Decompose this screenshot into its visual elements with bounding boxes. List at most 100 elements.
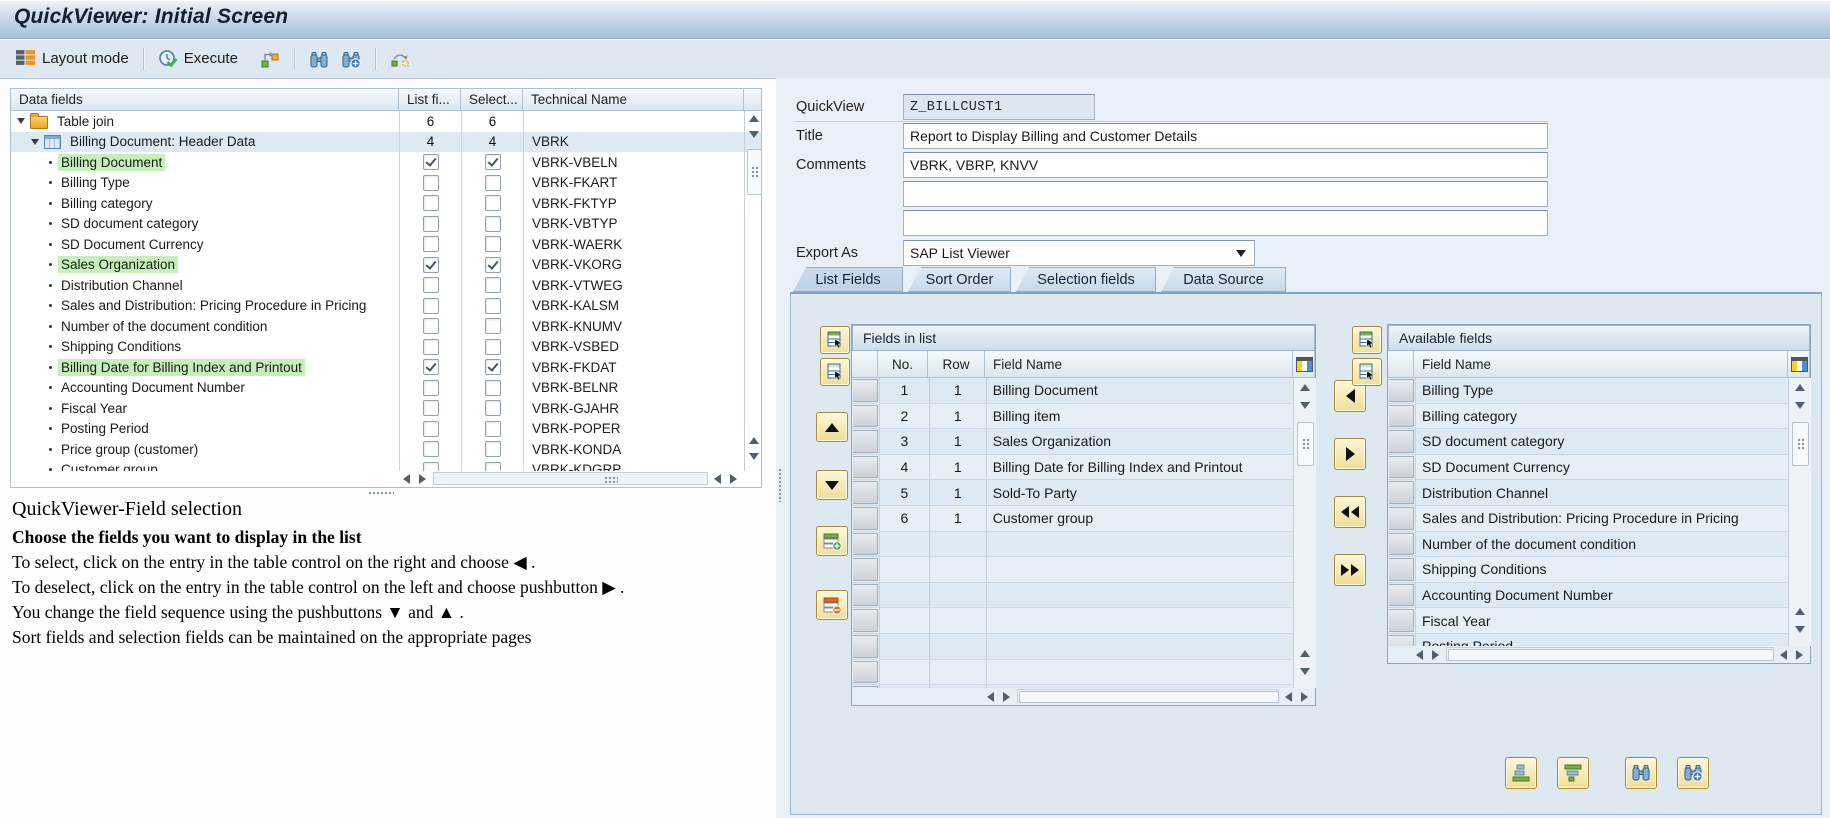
list-empty-row[interactable] [852,659,1293,686]
list-field-checkbox[interactable] [422,174,439,191]
title-field[interactable]: Report to Display Billing and Customer D… [903,123,1548,149]
tab-data-source[interactable]: Data Source [1161,267,1286,292]
available-row-number-of-the-document-condition[interactable]: Number of the document condition [1388,531,1788,558]
move-all-to-list-button[interactable] [1334,496,1366,528]
column-header-field-name[interactable]: Field Name [1414,351,1788,378]
available-row-posting-period[interactable]: Posting Period [1388,633,1788,646]
scroll-left-icon[interactable] [1285,692,1292,702]
scroll-up-icon[interactable] [749,437,759,444]
scroll-down-icon[interactable] [1795,626,1805,633]
remove-from-list-button[interactable] [1334,438,1366,470]
copy-selected-available-button[interactable] [1352,358,1382,386]
available-row-fiscal-year[interactable]: Fiscal Year [1388,608,1788,634]
selection-field-checkbox[interactable] [484,359,501,376]
scroll-left-icon[interactable] [1780,650,1787,660]
scroll-up-icon[interactable] [1795,608,1805,615]
available-fields-horizontal-scrollbar[interactable] [1414,646,1810,663]
insert-line-button[interactable] [816,526,848,556]
tree-row-posting-period[interactable]: Posting Period VBRK-POPER [11,418,761,439]
row-selector[interactable] [1389,634,1414,646]
list-empty-row[interactable] [852,582,1293,609]
scroll-right-icon[interactable] [419,474,426,484]
comments-field-3[interactable] [903,210,1548,236]
row-selector[interactable] [1389,558,1414,581]
row-selector[interactable] [853,660,878,684]
expander-icon[interactable] [17,118,25,125]
tab-list-fields[interactable]: List Fields [793,267,903,292]
list-field-checkbox[interactable] [422,154,439,171]
list-field-checkbox[interactable] [422,195,439,212]
row-selector[interactable] [853,481,878,504]
scroll-up-icon[interactable] [749,115,759,122]
list-field-checkbox[interactable] [422,297,439,314]
selection-field-checkbox[interactable] [484,420,501,437]
selection-field-checkbox[interactable] [484,215,501,232]
move-field-down-button[interactable] [816,470,848,500]
available-row-sd-document-category[interactable]: SD document category [1388,429,1788,455]
quickview-field[interactable]: Z_BILLCUST1 [903,94,1095,120]
row-selector[interactable] [853,430,878,453]
list-field-checkbox[interactable] [422,318,439,335]
scroll-right-icon[interactable] [1301,692,1308,702]
selection-field-checkbox[interactable] [484,297,501,314]
tree-row-number-of-the-document-condition[interactable]: Number of the document condition VBRK-KNU… [11,316,761,337]
list-field-checkbox[interactable] [422,215,439,232]
list-empty-row[interactable] [852,633,1293,660]
row-selector[interactable] [1389,379,1414,402]
list-empty-row[interactable] [852,531,1293,558]
row-selector[interactable] [853,455,878,479]
column-header-row[interactable]: Row [928,351,985,378]
row-selector[interactable] [1389,583,1414,607]
sort-ascending-button[interactable] [1505,757,1537,789]
find-button[interactable] [303,46,335,72]
delete-line-button[interactable] [816,590,848,620]
scroll-up-icon[interactable] [1300,650,1310,657]
tree-row-billing-date-for-billing-index-and-print[interactable]: Billing Date for Billing Index and Print… [11,357,761,378]
selection-field-checkbox[interactable] [484,400,501,417]
scroll-down-icon[interactable] [749,453,759,460]
row-selector[interactable] [1389,532,1414,556]
move-field-up-button[interactable] [816,412,848,442]
fields-in-list-horizontal-scrollbar[interactable] [985,688,1315,705]
tree-row-price-group-customer[interactable]: Price group (customer) VBRK-KONDA [11,439,761,460]
column-header-technical-name[interactable]: Technical Name [523,89,744,111]
vertical-splitter[interactable] [778,468,783,502]
display-mode-button[interactable] [254,46,286,72]
list-row-billing-item[interactable]: 2 1 Billing item [852,403,1293,430]
selection-field-checkbox[interactable] [484,174,501,191]
row-selector[interactable] [853,558,878,581]
scroll-up-icon[interactable] [1795,384,1805,391]
available-row-billing-category[interactable]: Billing category [1388,403,1788,430]
sort-descending-button[interactable] [1557,757,1589,789]
list-field-checkbox[interactable] [422,277,439,294]
scroll-left-icon[interactable] [987,692,994,702]
find-next-button[interactable] [335,46,367,72]
row-selector[interactable] [853,379,878,402]
copy-selected-to-list-button[interactable] [820,358,850,386]
scrollbar-thumb[interactable] [747,149,762,195]
table-settings-cell[interactable] [1293,351,1315,378]
layout-mode-button[interactable]: Layout mode [10,46,135,72]
selection-field-checkbox[interactable] [484,379,501,396]
tree-row-customer-group[interactable]: Customer group VBRK-KDGRP [11,459,761,471]
scroll-right-icon[interactable] [730,474,737,484]
scroll-down-icon[interactable] [749,131,759,138]
selection-field-checkbox[interactable] [484,318,501,335]
list-row-billing-document[interactable]: 1 1 Billing Document [852,378,1293,404]
export-as-dropdown[interactable]: SAP List Viewer [903,240,1255,266]
scroll-left-icon[interactable] [403,474,410,484]
available-row-billing-type[interactable]: Billing Type [1388,378,1788,404]
execute-button[interactable]: Execute [152,46,244,72]
list-row-sales-organization[interactable]: 3 1 Sales Organization [852,429,1293,455]
tree-row-distribution-channel[interactable]: Distribution Channel VBRK-VTWEG [11,275,761,296]
comments-field-2[interactable] [903,181,1548,207]
column-header-selection[interactable]: Select... [461,89,523,111]
list-empty-row[interactable] [852,557,1293,583]
scroll-right-icon[interactable] [1432,650,1439,660]
column-header-data-fields[interactable]: Data fields [11,89,399,111]
selection-field-checkbox[interactable] [484,256,501,273]
list-field-checkbox[interactable] [422,359,439,376]
tab-selection-fields[interactable]: Selection fields [1016,267,1156,292]
row-selector[interactable] [853,532,878,556]
row-selector[interactable] [1389,506,1414,530]
